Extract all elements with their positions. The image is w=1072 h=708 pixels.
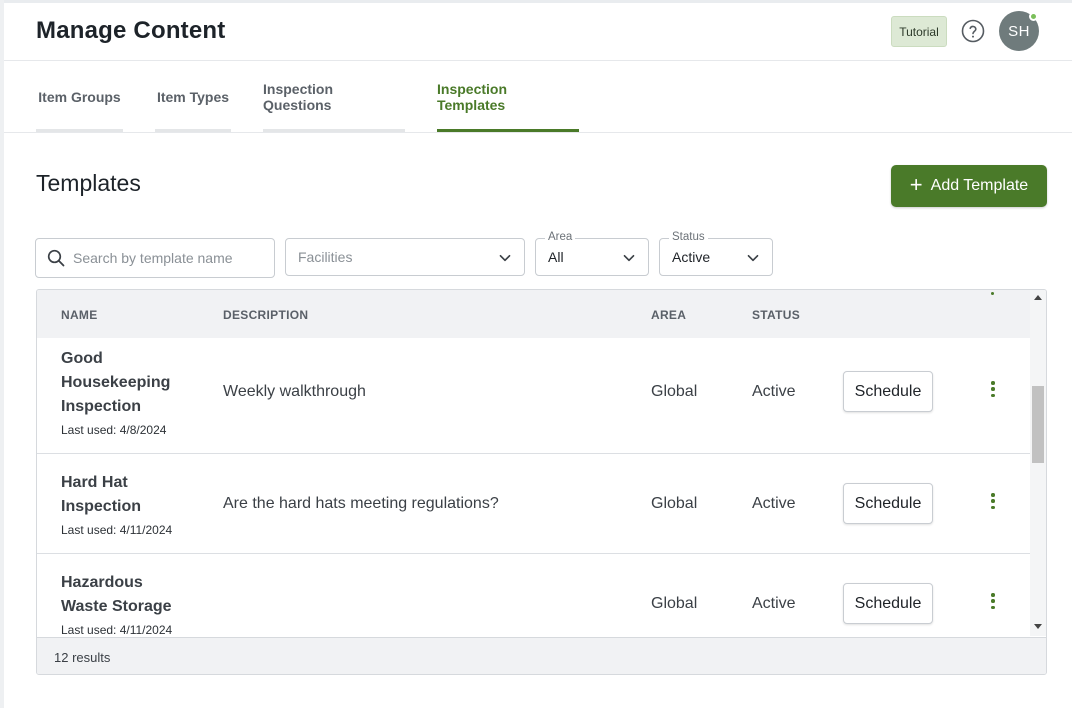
- scroll-down-arrow-icon[interactable]: [1034, 624, 1042, 629]
- table-footer: 12 results: [37, 637, 1046, 674]
- avatar-initials: SH: [1008, 22, 1030, 40]
- scroll-up-arrow-icon[interactable]: [1034, 295, 1042, 300]
- area-select[interactable]: Area All: [535, 231, 649, 276]
- tab-item-types[interactable]: Item Types: [155, 62, 231, 132]
- template-last-used: Last used: 4/8/2024: [61, 423, 167, 437]
- table-row[interactable]: Hard Hat Inspection Last used: 4/11/2024…: [37, 454, 1030, 554]
- table-row[interactable]: Good Housekeeping Inspection Last used: …: [37, 338, 1030, 454]
- plus-icon: +: [909, 172, 923, 197]
- tab-inspection-questions[interactable]: Inspection Questions: [263, 62, 405, 132]
- row-actions-kebab-icon[interactable]: [987, 491, 999, 511]
- templates-table: NAME DESCRIPTION AREA STATUS Good Housek…: [36, 289, 1047, 675]
- column-header-area[interactable]: AREA: [651, 308, 686, 322]
- page-title: Manage Content: [36, 17, 226, 44]
- add-template-button[interactable]: + Add Template: [891, 165, 1047, 207]
- template-area: Global: [651, 495, 698, 512]
- template-status: Active: [752, 595, 796, 612]
- results-count: 12 results: [54, 649, 111, 665]
- user-avatar[interactable]: SH: [999, 11, 1039, 51]
- area-value: All: [548, 249, 564, 265]
- help-icon[interactable]: [961, 19, 985, 43]
- row-actions-kebab-icon[interactable]: [987, 591, 999, 611]
- template-name[interactable]: Good Housekeeping Inspection: [61, 347, 191, 419]
- add-template-label: Add Template: [930, 177, 1029, 194]
- chevron-down-icon: [747, 254, 759, 262]
- table-header: NAME DESCRIPTION AREA STATUS: [37, 290, 1030, 338]
- schedule-button[interactable]: Schedule: [843, 483, 933, 524]
- section-title: Templates: [36, 170, 141, 196]
- template-name[interactable]: Hard Hat Inspection: [61, 471, 191, 519]
- chevron-down-icon: [499, 254, 511, 262]
- column-header-description[interactable]: DESCRIPTION: [223, 308, 308, 322]
- template-last-used: Last used: 4/11/2024: [61, 523, 173, 537]
- template-last-used: Last used: 4/11/2024: [61, 623, 173, 637]
- schedule-button[interactable]: Schedule: [843, 371, 933, 412]
- template-status: Active: [752, 383, 796, 400]
- search-icon: [47, 249, 65, 267]
- template-area: Global: [651, 595, 698, 612]
- tab-inspection-templates[interactable]: Inspection Templates: [437, 62, 579, 132]
- facilities-select[interactable]: Facilities: [285, 238, 525, 276]
- status-select[interactable]: Status Active: [659, 231, 773, 276]
- facilities-placeholder: Facilities: [298, 249, 353, 265]
- chevron-down-icon: [623, 254, 635, 262]
- table-row[interactable]: Hazardous Waste Storage Last used: 4/11/…: [37, 554, 1030, 637]
- schedule-button[interactable]: Schedule: [843, 583, 933, 624]
- content-tabs: Item Groups Item Types Inspection Questi…: [4, 62, 1072, 133]
- tutorial-button[interactable]: Tutorial: [891, 16, 947, 47]
- column-header-status[interactable]: STATUS: [752, 308, 800, 322]
- template-area: Global: [651, 383, 698, 400]
- scrollbar-thumb[interactable]: [1032, 386, 1044, 463]
- template-description: Weekly walkthrough: [223, 383, 366, 400]
- template-name[interactable]: Hazardous Waste Storage: [61, 571, 191, 619]
- status-label: Status: [669, 231, 708, 243]
- page-header: Manage Content Tutorial SH: [4, 3, 1072, 61]
- online-status-dot: [1029, 12, 1038, 21]
- column-header-name[interactable]: NAME: [61, 308, 98, 322]
- partial-kebab-icon: [991, 292, 994, 295]
- template-status: Active: [752, 495, 796, 512]
- search-input[interactable]: [73, 250, 263, 266]
- area-label: Area: [545, 231, 576, 243]
- template-description: Are the hard hats meeting regulations?: [223, 495, 499, 512]
- table-scrollbar[interactable]: [1030, 290, 1046, 636]
- status-value: Active: [672, 249, 711, 265]
- search-field[interactable]: [35, 238, 275, 278]
- tab-item-groups[interactable]: Item Groups: [36, 62, 123, 132]
- row-actions-kebab-icon[interactable]: [987, 379, 999, 399]
